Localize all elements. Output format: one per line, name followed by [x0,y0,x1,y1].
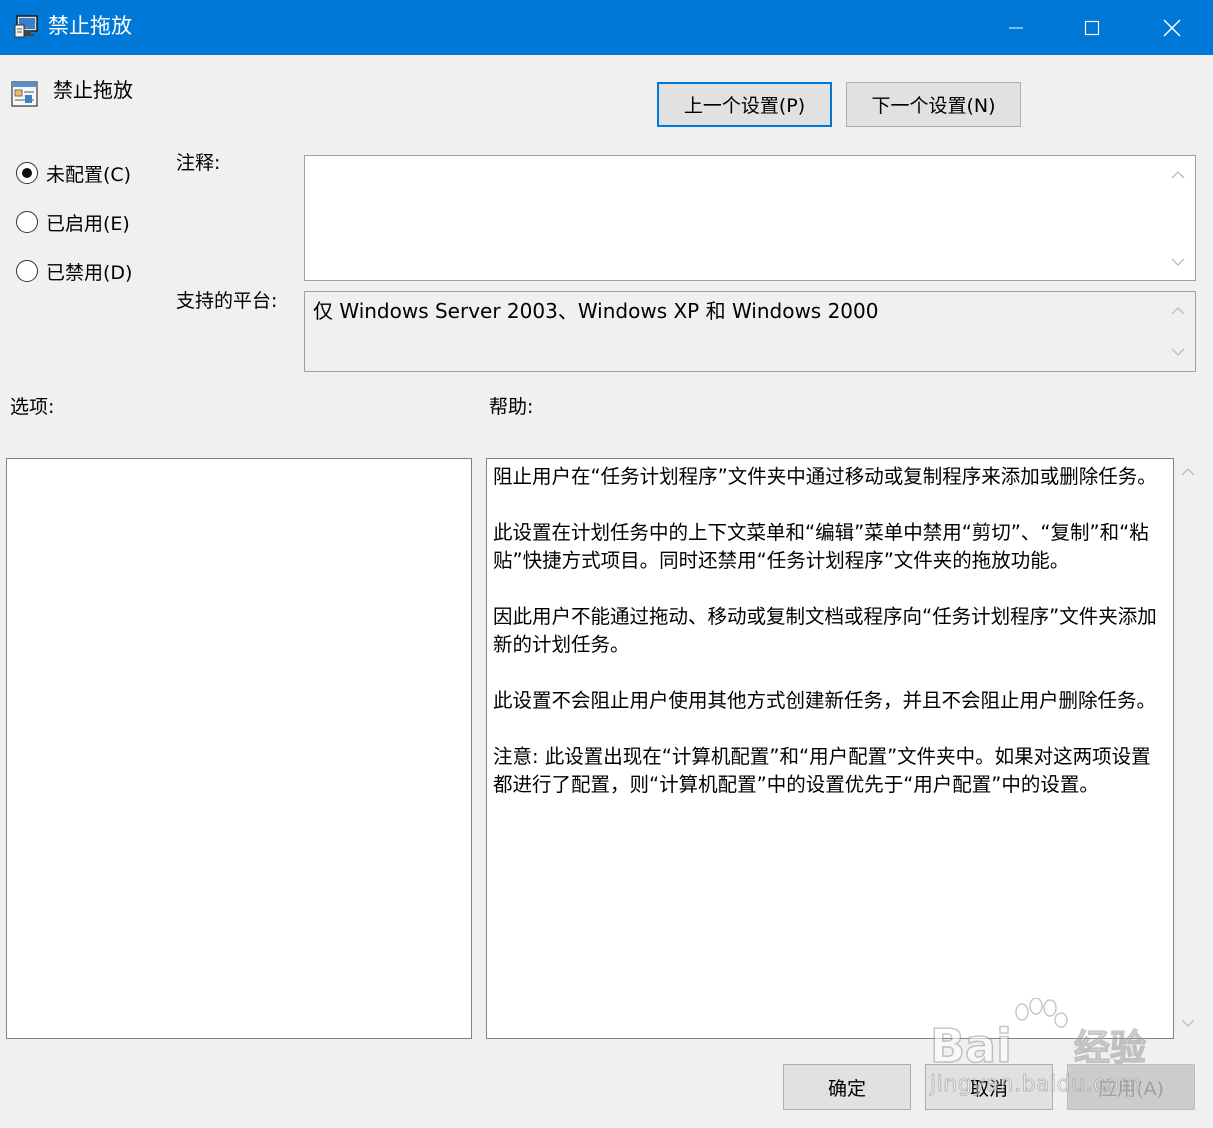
window-title: 禁止拖放 [48,14,132,38]
policy-editor-icon [14,13,42,39]
maximize-button[interactable] [1054,0,1130,55]
platform-label: 支持的平台: [176,290,278,312]
radio-not-configured[interactable]: 未配置(C) [16,158,131,188]
policy-name: 禁止拖放 [53,78,133,102]
title-bar[interactable]: 禁止拖放 [0,0,1213,55]
ok-button[interactable]: 确定 [783,1064,911,1110]
help-paragraph: 阻止用户在“任务计划程序”文件夹中通过移动或复制程序来添加或删除任务。 [493,465,1157,488]
help-paragraph: 注意: 此设置出现在“计算机配置”和“用户配置”文件夹中。如果对这两项设置都进行… [493,745,1151,796]
radio-enabled[interactable]: 已启用(E) [16,207,130,237]
maximize-icon [1084,20,1100,36]
help-label: 帮助: [489,396,534,418]
radio-label: 未配置(C) [46,163,132,186]
svg-text:Bai: Bai [930,1019,1012,1070]
radio-indicator [16,211,38,233]
help-paragraph: 此设置在计划任务中的上下文菜单和“编辑”菜单中禁用“剪切”、“复制”和“粘贴”快… [493,521,1149,572]
comment-textarea[interactable] [304,155,1196,281]
scroll-down-icon[interactable] [1171,257,1185,267]
options-label: 选项: [10,396,55,418]
next-setting-button[interactable]: 下一个设置(N) [846,82,1021,127]
options-panel [6,458,472,1039]
minimize-button[interactable] [978,0,1054,55]
watermark-url: jingyan.baidu.com [930,1072,1142,1098]
platform-value: 仅 Windows Server 2003、Windows XP 和 Windo… [313,299,879,323]
minimize-icon [1008,20,1024,36]
baidu-watermark: Bai 经验 jingyan.baidu.com [929,997,1160,1106]
baidu-paw-logo-icon: Bai 经验 [929,997,1147,1074]
help-panel: 阻止用户在“任务计划程序”文件夹中通过移动或复制程序来添加或删除任务。 此设置在… [486,458,1174,1039]
platform-field: 仅 Windows Server 2003、Windows XP 和 Windo… [304,291,1196,372]
scroll-down-icon[interactable] [1181,1018,1195,1028]
scroll-up-icon[interactable] [1171,306,1185,316]
help-text: 阻止用户在“任务计划程序”文件夹中通过移动或复制程序来添加或删除任务。 此设置在… [493,463,1169,827]
scroll-up-icon[interactable] [1171,170,1185,180]
radio-label: 已禁用(D) [46,261,133,284]
close-button[interactable] [1134,0,1210,55]
scroll-up-icon[interactable] [1181,467,1195,477]
radio-disabled[interactable]: 已禁用(D) [16,256,132,286]
close-icon [1163,19,1181,37]
radio-label: 已启用(E) [46,212,130,235]
scroll-down-icon[interactable] [1171,347,1185,357]
help-paragraph: 此设置不会阻止用户使用其他方式创建新任务，并且不会阻止用户删除任务。 [493,689,1157,712]
comment-label: 注释: [176,152,221,174]
radio-indicator [16,260,38,282]
help-paragraph: 因此用户不能通过拖动、移动或复制文档或程序向“任务计划程序”文件夹添加新的计划任… [493,605,1157,656]
svg-text:经验: 经验 [1074,1028,1146,1069]
previous-setting-button[interactable]: 上一个设置(P) [657,82,832,127]
radio-indicator [16,162,38,184]
policy-settings-icon [10,80,40,108]
